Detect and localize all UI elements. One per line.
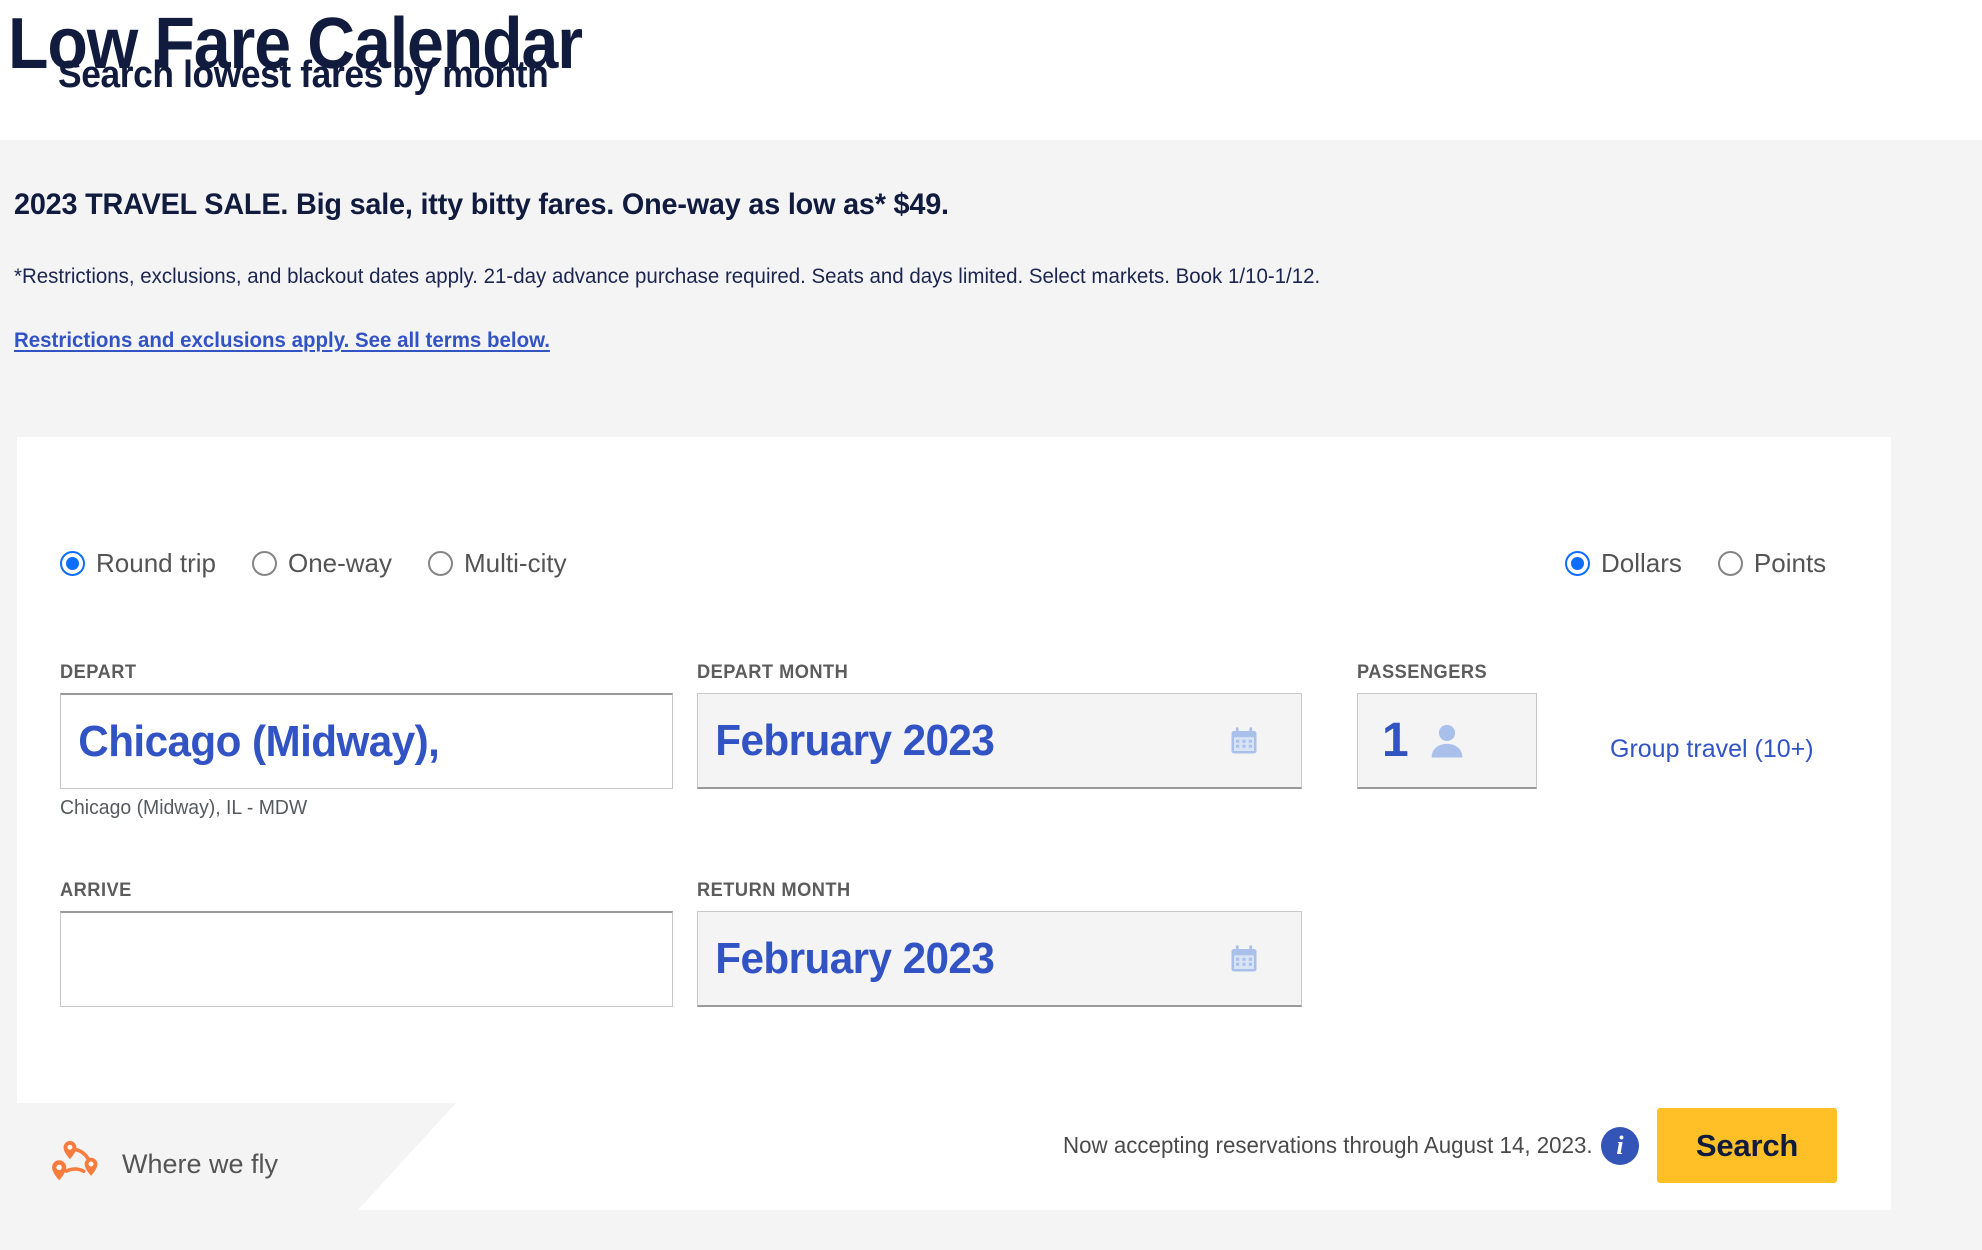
radio-points-icon — [1717, 551, 1743, 576]
info-circle-icon[interactable]: i — [1601, 1127, 1639, 1165]
depart-month-field: DEPART MONTH February 2023 — [697, 662, 1302, 789]
depart-input[interactable]: Chicago (Midway), — [60, 693, 673, 789]
radio-round-trip-icon — [60, 551, 85, 576]
return-month-label: RETURN MONTH — [697, 880, 851, 901]
terms-link[interactable]: Restrictions and exclusions apply. See a… — [14, 329, 550, 353]
radio-dollars-icon — [1565, 551, 1590, 576]
radio-points-label: Points — [1753, 548, 1827, 578]
passengers-input[interactable]: 1 — [1357, 693, 1537, 789]
depart-input-value: Chicago (Midway), — [78, 716, 440, 766]
trip-type-radio-group: Round trip One-way Multi-city — [60, 548, 567, 579]
passengers-count: 1 — [1382, 714, 1409, 767]
depart-month-input-value: February 2023 — [715, 715, 995, 765]
return-month-input-value: February 2023 — [715, 933, 995, 983]
promo-headline: 2023 TRAVEL SALE. Big sale, itty bitty f… — [14, 188, 949, 221]
person-icon — [1431, 724, 1463, 757]
arrive-label: ARRIVE — [60, 880, 132, 901]
return-month-input[interactable]: February 2023 — [697, 911, 1302, 1007]
depart-month-input[interactable]: February 2023 — [697, 693, 1302, 789]
arrive-input[interactable] — [60, 911, 673, 1007]
radio-dollars-label: Dollars — [1601, 548, 1682, 578]
radio-multi-city-icon — [428, 551, 454, 576]
depart-label: DEPART — [60, 662, 137, 683]
search-card-title: Search lowest fares by month — [58, 54, 549, 96]
radio-multi-city[interactable]: Multi-city — [428, 548, 567, 579]
radio-round-trip[interactable]: Round trip — [60, 548, 216, 579]
radio-points[interactable]: Points — [1717, 548, 1827, 579]
radio-dollars[interactable]: Dollars — [1565, 548, 1682, 579]
radio-one-way-label: One-way — [287, 548, 393, 578]
radio-one-way-icon — [251, 551, 277, 576]
passengers-label: PASSENGERS — [1357, 662, 1488, 683]
group-travel-link[interactable]: Group travel (10+) — [1610, 735, 1814, 764]
search-button[interactable]: Search — [1657, 1108, 1837, 1183]
calendar-icon — [1231, 726, 1257, 753]
map-pins-icon — [52, 1141, 98, 1181]
where-we-fly-button[interactable]: Where we fly — [48, 1137, 278, 1191]
depart-helper-text: Chicago (Midway), IL - MDW — [60, 797, 308, 819]
calendar-icon — [1231, 944, 1257, 971]
radio-multi-city-label: Multi-city — [464, 548, 567, 578]
currency-radio-group: Dollars Points — [1565, 548, 1826, 579]
reservations-notice: Now accepting reservations through Augus… — [1063, 1132, 1593, 1158]
depart-month-label: DEPART MONTH — [697, 662, 849, 683]
radio-one-way[interactable]: One-way — [251, 548, 393, 579]
arrive-field: ARRIVE — [60, 880, 673, 1007]
return-month-field: RETURN MONTH February 2023 — [697, 880, 1302, 1007]
passengers-field: PASSENGERS 1 — [1357, 662, 1537, 789]
low-fare-calendar-page: Low Fare Calendar 2023 TRAVEL SALE. Big … — [0, 0, 1982, 1250]
promo-fine-print: *Restrictions, exclusions, and blackout … — [14, 265, 1321, 288]
radio-round-trip-label: Round trip — [96, 548, 216, 578]
where-we-fly-label: Where we fly — [122, 1148, 279, 1179]
depart-field: DEPART Chicago (Midway), Chicago (Midway… — [60, 662, 673, 820]
